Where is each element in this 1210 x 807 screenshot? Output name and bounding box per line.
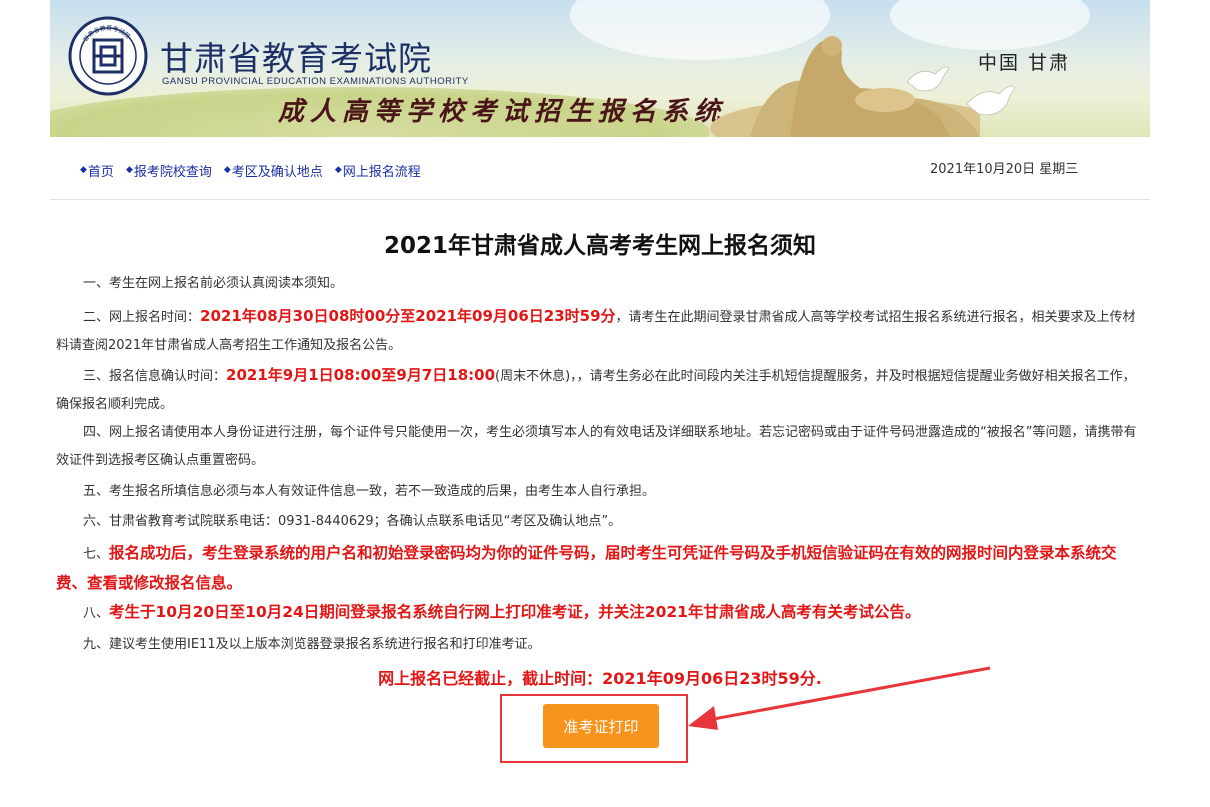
org-name-english: GANSU PROVINCIAL EDUCATION EXAMINATIONS …: [162, 76, 469, 87]
region-label: 中国 甘肃: [978, 52, 1071, 74]
confirmation-period: 2021年9月1日08:00至9月7日18:00: [226, 366, 496, 384]
system-name: 成人高等学校考试招生报名系统: [278, 97, 727, 127]
notice-item-3: 三、报名信息确认时间：2021年9月1日08:00至9月7日18:00(周末不休…: [56, 361, 1146, 419]
dove-icon: [966, 85, 1016, 116]
nav-label: 考区及确认地点: [231, 164, 323, 180]
admission-ticket-notice: 考生于10月20日至10月24日期间登录报名系统自行网上打印准考证，并关注202…: [109, 603, 921, 621]
print-admission-ticket-button[interactable]: 准考证打印: [543, 704, 659, 748]
notice-item-1: 一、考生在网上报名前必须认真阅读本须知。: [83, 276, 344, 291]
nav-label: 网上报名流程: [342, 164, 421, 180]
notice-item-3-prefix: 三、报名信息确认时间：: [83, 369, 227, 384]
nav-school-query-link[interactable]: ◆ 报考院校查询: [126, 160, 212, 180]
nav-home-link[interactable]: ◆ 首页: [80, 160, 114, 180]
diamond-bullet-icon: ◆: [223, 165, 231, 175]
current-date: 2021年10月20日 星期三: [930, 162, 1079, 177]
registration-period: 2021年08月30日08时00分至2021年09月06日23时59分: [200, 307, 616, 325]
dove-icon: [906, 66, 950, 92]
top-nav: ◆ 首页 ◆ 报考院校查询 ◆ 考区及确认地点 ◆ 网上报名流程: [80, 160, 421, 180]
nav-label: 报考院校查询: [133, 164, 212, 180]
login-credentials-notice: 报名成功后，考生登录系统的用户名和初始登录密码均为你的证件号码，届时考生可凭证件…: [56, 544, 1117, 592]
notice-item-6: 六、甘肃省教育考试院联系电话：0931-8440629；各确认点联系电话见“考区…: [83, 514, 622, 529]
diamond-bullet-icon: ◆: [334, 165, 342, 175]
notice-item-5: 五、考生报名所填信息必须与本人有效证件信息一致，若不一致造成的后果，由考生本人自…: [83, 484, 656, 499]
notice-item-8-prefix: 八、: [83, 606, 110, 621]
notice-item-4: 四、网上报名请使用本人身份证进行注册，每个证件号只能使用一次，考生必须填写本人的…: [56, 425, 1137, 468]
education-authority-seal-logo: 甘肃省教育考试院: [68, 16, 148, 96]
notice-item-7: 七、报名成功后，考生登录系统的用户名和初始登录密码均为你的证件号码，届时考生可凭…: [56, 539, 1146, 599]
nav-registration-process-link[interactable]: ◆ 网上报名流程: [335, 160, 421, 180]
header-banner: 甘肃省教育考试院 甘肃省教育考试院 GANSU PROVINCIAL EDUCA…: [50, 0, 1150, 137]
notice-item-2-prefix: 二、网上报名时间：: [83, 310, 201, 325]
annotation-arrow-icon: [688, 666, 991, 730]
notice-item-7-prefix: 七、: [83, 547, 110, 562]
divider: [50, 199, 1150, 200]
nav-exam-area-link[interactable]: ◆ 考区及确认地点: [224, 160, 323, 180]
org-name: 甘肃省教育考试院: [160, 39, 432, 78]
diamond-bullet-icon: ◆: [80, 165, 87, 175]
notice-item-8: 八、考生于10月20日至10月24日期间登录报名系统自行网上打印准考证，并关注2…: [56, 598, 1146, 628]
registration-closed-notice: 网上报名已经截止，截止时间：2021年09月06日23时59分.: [378, 669, 822, 688]
notice-item-9: 九、建议考生使用IE11及以上版本浏览器登录报名系统进行报名和打印准考证。: [83, 637, 541, 652]
notice-title: 2021年甘肃省成人高考考生网上报名须知: [383, 233, 816, 259]
notice-item-2: 二、网上报名时间：2021年08月30日08时00分至2021年09月06日23…: [56, 302, 1146, 360]
diamond-bullet-icon: ◆: [125, 165, 133, 175]
nav-label: 首页: [87, 164, 114, 180]
